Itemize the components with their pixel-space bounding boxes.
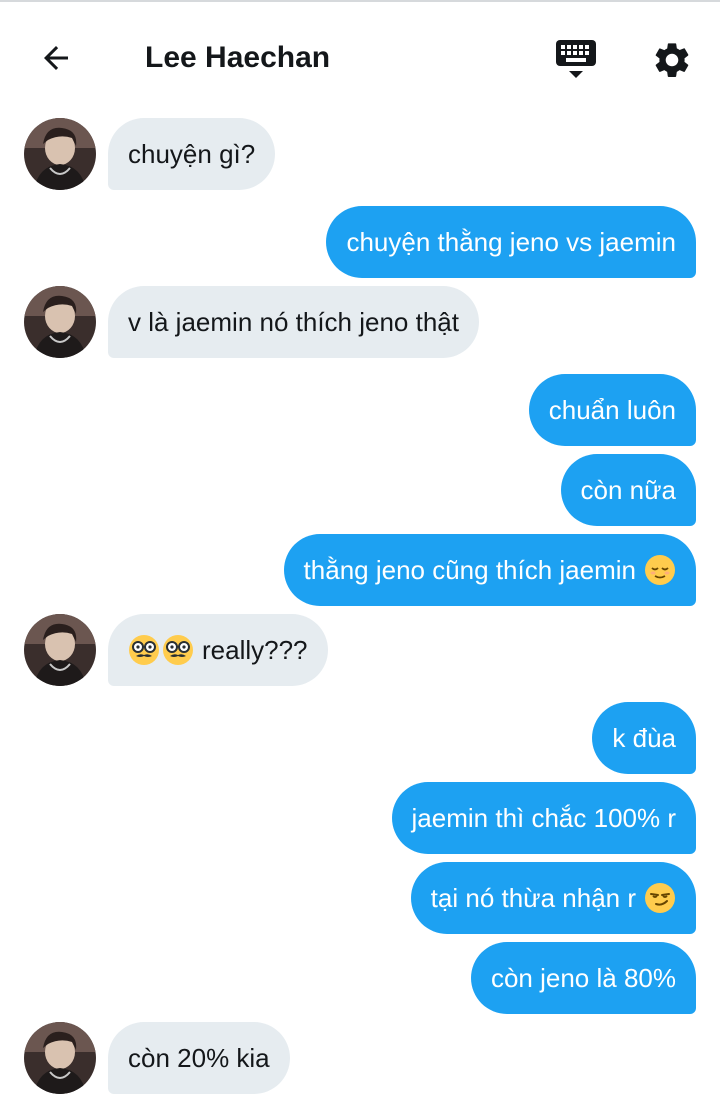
message-text: còn jeno là 80% [490, 963, 676, 993]
message-text: còn 20% kia [128, 1043, 270, 1073]
message-text: chuẩn luôn [548, 395, 676, 425]
back-button[interactable] [30, 34, 82, 82]
message-bubble-incoming: chuyện gì? [108, 118, 276, 190]
gear-icon [655, 43, 689, 77]
relieved-face-emoji [645, 555, 675, 585]
smirking-face-emoji [645, 883, 675, 913]
page-title: Lee Haechan [145, 41, 331, 74]
message-bubble-incoming: v là jaemin nó thích jeno thật [108, 286, 479, 358]
disguised-face-emoji [129, 635, 159, 665]
message-bubble-outgoing: tại nó thừa nhận r [410, 862, 696, 934]
contact-avatar[interactable] [24, 1022, 96, 1094]
keyboard-icon [556, 40, 596, 78]
message-text: còn nữa [580, 475, 676, 505]
message-bubble-outgoing: chuẩn luôn [528, 374, 696, 446]
contact-avatar[interactable] [24, 286, 96, 358]
arrow-left-icon [44, 46, 68, 70]
message-bubble-incoming: really??? [108, 614, 328, 686]
settings-button[interactable] [648, 36, 696, 84]
message-bubble-outgoing: còn jeno là 80% [470, 942, 696, 1014]
contact-avatar[interactable] [24, 118, 96, 190]
message-bubble-outgoing: chuyện thằng jeno vs jaemin [326, 206, 696, 278]
message-bubble-outgoing: thằng jeno cũng thích jaemin [283, 534, 696, 606]
message-bubble-incoming: còn 20% kia [108, 1022, 290, 1094]
message-bubble-outgoing: jaemin thì chắc 100% r [391, 782, 696, 854]
message-bubble-outgoing: còn nữa [560, 454, 696, 526]
message-text: jaemin thì chắc 100% r [411, 803, 676, 833]
message-text: k đùa [612, 723, 676, 753]
message-text: really??? [202, 635, 308, 665]
message-text: chuyện thằng jeno vs jaemin [346, 227, 676, 257]
chat-header: Lee Haechan [0, 2, 720, 110]
contact-avatar[interactable] [24, 614, 96, 686]
message-text: v là jaemin nó thích jeno thật [128, 307, 459, 337]
disguised-face-emoji [163, 635, 193, 665]
message-text: chuyện gì? [128, 139, 256, 169]
message-text: thằng jeno cũng thích jaemin [303, 555, 636, 585]
message-bubble-outgoing: k đùa [592, 702, 696, 774]
message-text: tại nó thừa nhận r [430, 883, 636, 913]
keyboard-toggle-button[interactable] [552, 36, 600, 84]
